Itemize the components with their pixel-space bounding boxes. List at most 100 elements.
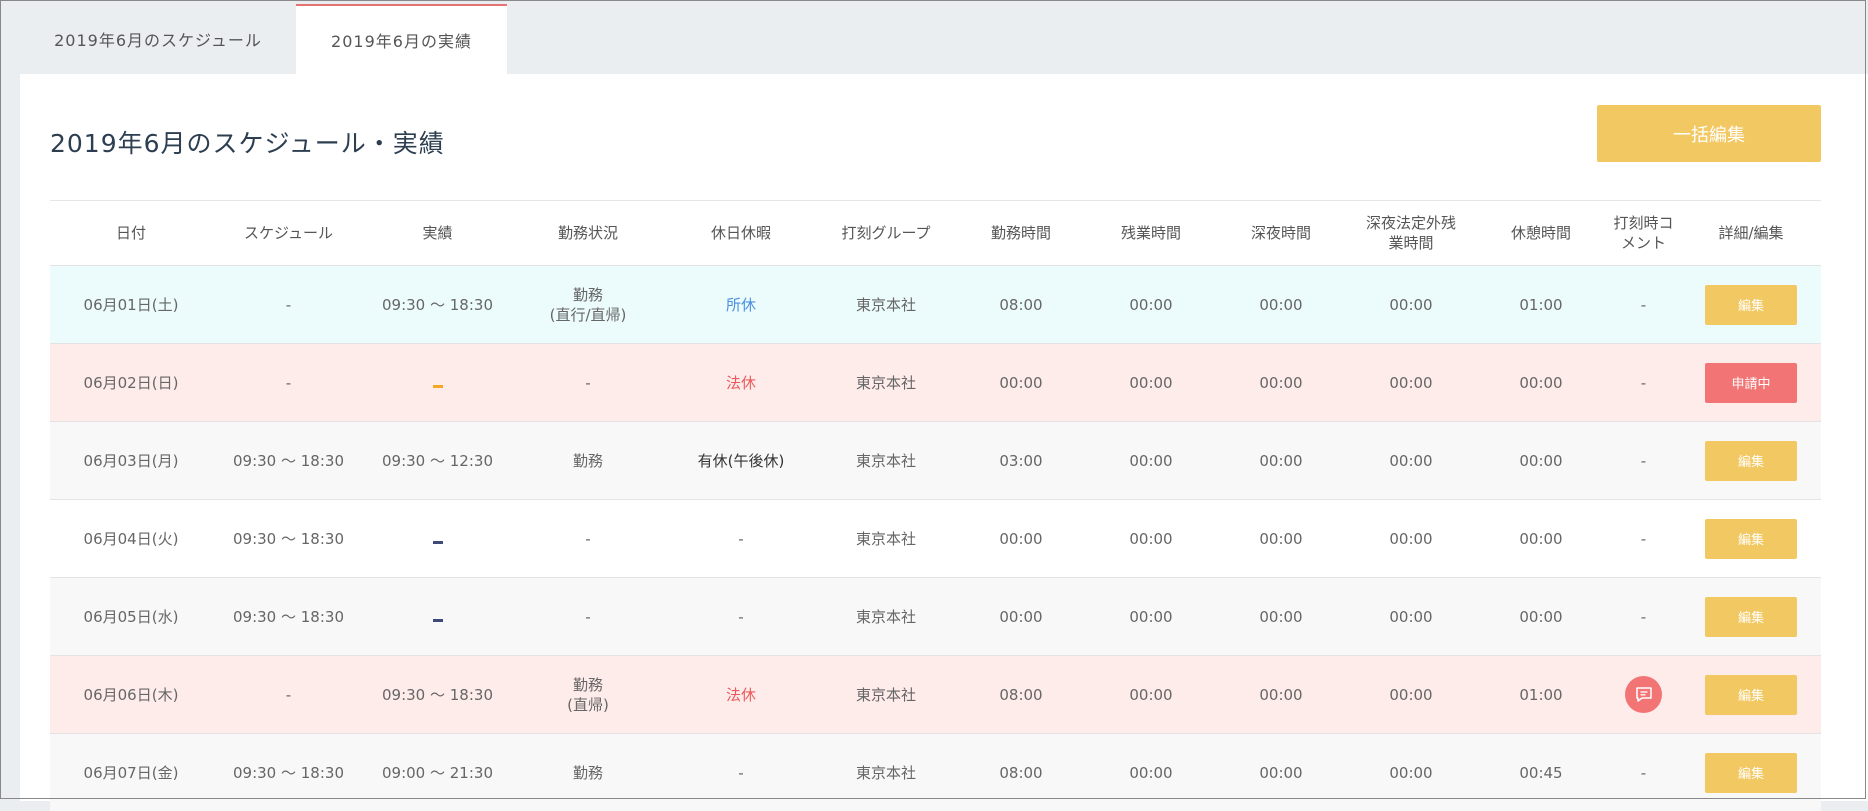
work-hours-cell: 08:00 [956,734,1086,811]
schedule-cell: - [212,266,365,344]
edit-button[interactable]: 編集 [1705,753,1797,793]
date-cell: 06月04日(火) [50,500,212,578]
tab-actual[interactable]: 2019年6月の実績 [296,4,507,74]
status-line: 勤務 [511,451,665,471]
night-overtime-cell: 00:00 [1346,734,1476,811]
group-cell: 東京本社 [816,266,956,344]
comment-cell: - [1606,734,1681,811]
edit-button[interactable]: 編集 [1705,519,1797,559]
status-line: - [511,607,665,627]
status-cell: - [510,500,666,578]
header-schedule: スケジュール [212,201,365,266]
status-line: - [511,373,665,393]
group-cell: 東京本社 [816,734,956,811]
header-stamp-group: 打刻グループ [816,201,956,266]
break-cell: 01:00 [1476,266,1606,344]
header-holiday: 休日休暇 [666,201,816,266]
action-cell: 編集 [1681,500,1821,578]
status-cell: - [510,578,666,656]
actual-cell: 09:00 ～ 21:30 [365,734,510,811]
comment-cell: - [1606,500,1681,578]
table-row: 06月06日(木) - 09:30 ～ 18:30 勤務(直帰) 法休 東京本社… [50,656,1821,734]
header-stamp-comment: 打刻時コメント [1606,201,1681,266]
comment-cell: - [1606,578,1681,656]
schedule-cell: - [212,656,365,734]
actual-cell: 09:30 ～ 18:30 [365,266,510,344]
edit-button[interactable]: 編集 [1705,285,1797,325]
date-cell: 06月02日(日) [50,344,212,422]
table-row: 06月01日(土) - 09:30 ～ 18:30 勤務(直行/直帰) 所休 東… [50,266,1821,344]
night-hours-cell: 00:00 [1216,344,1346,422]
status-line: 勤務 [511,285,665,305]
table-row: 06月07日(金) 09:30 ～ 18:30 09:00 ～ 21:30 勤務… [50,734,1821,811]
status-line: 勤務 [511,675,665,695]
edit-button[interactable]: 編集 [1705,597,1797,637]
status-cell: 勤務 [510,422,666,500]
night-hours-cell: 00:00 [1216,734,1346,811]
night-overtime-cell: 00:00 [1346,656,1476,734]
chat-bubble-icon[interactable] [1625,676,1662,713]
night-hours-cell: 00:00 [1216,500,1346,578]
overtime-cell: 00:00 [1086,266,1216,344]
schedule-cell: 09:30 ～ 18:30 [212,578,365,656]
no-record-marker [433,619,443,622]
overtime-cell: 00:00 [1086,344,1216,422]
no-record-marker [433,385,443,388]
date-cell: 06月05日(水) [50,578,212,656]
night-overtime-cell: 00:00 [1346,500,1476,578]
work-hours-cell: 00:00 [956,344,1086,422]
table-row: 06月04日(火) 09:30 ～ 18:30 - - 東京本社 00:00 0… [50,500,1821,578]
table-row: 06月03日(月) 09:30 ～ 18:30 09:30 ～ 12:30 勤務… [50,422,1821,500]
group-cell: 東京本社 [816,422,956,500]
group-cell: 東京本社 [816,500,956,578]
overtime-cell: 00:00 [1086,422,1216,500]
header-break: 休憩時間 [1476,201,1606,266]
action-cell: 編集 [1681,422,1821,500]
schedule-cell: - [212,344,365,422]
date-cell: 06月07日(金) [50,734,212,811]
holiday-cell: 有休(午後休) [666,422,816,500]
status-line: 勤務 [511,763,665,783]
edit-button[interactable]: 編集 [1705,441,1797,481]
pending-button[interactable]: 申請中 [1705,363,1797,403]
night-hours-cell: 00:00 [1216,266,1346,344]
bulk-edit-button[interactable]: 一括編集 [1597,105,1821,162]
action-cell: 申請中 [1681,344,1821,422]
status-cell: 勤務(直行/直帰) [510,266,666,344]
work-hours-cell: 03:00 [956,422,1086,500]
night-overtime-cell: 00:00 [1346,422,1476,500]
break-cell: 01:00 [1476,656,1606,734]
work-hours-cell: 08:00 [956,656,1086,734]
status-sub-line: (直行/直帰) [511,305,665,325]
overtime-cell: 00:00 [1086,656,1216,734]
no-record-marker [433,541,443,544]
holiday-cell: - [666,578,816,656]
status-sub-line: (直帰) [511,695,665,715]
schedule-cell: 09:30 ～ 18:30 [212,422,365,500]
status-cell: 勤務(直帰) [510,656,666,734]
header-detail-edit: 詳細/編集 [1681,201,1821,266]
tab-bar: 2019年6月のスケジュール 2019年6月の実績 [20,4,507,74]
comment-cell: - [1606,266,1681,344]
comment-cell: - [1606,422,1681,500]
night-overtime-cell: 00:00 [1346,344,1476,422]
holiday-cell: - [666,500,816,578]
page-title: 2019年6月のスケジュール・実績 [50,124,445,160]
edit-button[interactable]: 編集 [1705,675,1797,715]
night-hours-cell: 00:00 [1216,422,1346,500]
break-cell: 00:45 [1476,734,1606,811]
header-work-status: 勤務状況 [510,201,666,266]
work-hours-cell: 00:00 [956,578,1086,656]
table-row: 06月02日(日) - - 法休 東京本社 00:00 00:00 00:00 … [50,344,1821,422]
night-hours-cell: 00:00 [1216,656,1346,734]
schedule-cell: 09:30 ～ 18:30 [212,500,365,578]
work-hours-cell: 08:00 [956,266,1086,344]
holiday-cell: - [666,734,816,811]
header-overtime: 残業時間 [1086,201,1216,266]
attendance-table: 日付 スケジュール 実績 勤務状況 休日休暇 打刻グループ 勤務時間 残業時間 … [50,200,1821,811]
status-cell: - [510,344,666,422]
header-night-hours: 深夜時間 [1216,201,1346,266]
tab-schedule[interactable]: 2019年6月のスケジュール [20,4,296,74]
date-cell: 06月03日(月) [50,422,212,500]
action-cell: 編集 [1681,266,1821,344]
